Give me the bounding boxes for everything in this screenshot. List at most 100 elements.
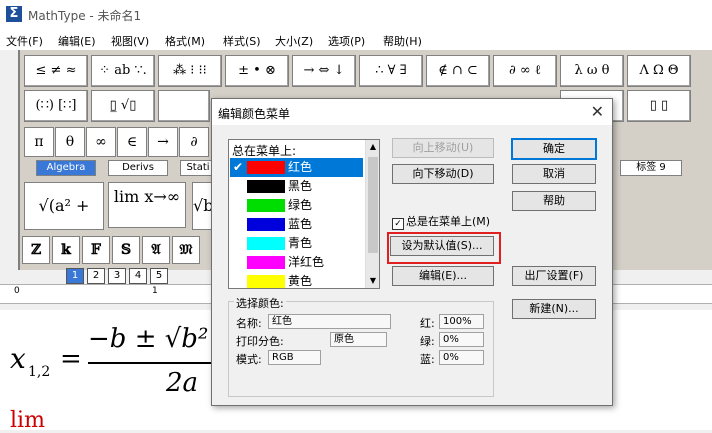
blackboard-z-button[interactable]: ℤ bbox=[22, 236, 50, 264]
title-bar: Σ MathType - 未命名1 bbox=[0, 0, 712, 30]
edit-button[interactable]: 编辑(E)... bbox=[392, 266, 494, 286]
menu-format[interactable]: 格式(M) bbox=[165, 33, 205, 49]
menu-help[interactable]: 帮助(H) bbox=[383, 33, 422, 49]
tab-derivs[interactable]: Derivs bbox=[108, 160, 168, 176]
blackboard-k-button[interactable]: 𝕜 bbox=[52, 236, 80, 264]
green-label: 绿: bbox=[420, 335, 435, 348]
color-name: 黑色 bbox=[288, 179, 313, 193]
right-arrow-symbol-button[interactable]: → bbox=[148, 127, 178, 157]
set-default-button[interactable]: 设为默认值(S)... bbox=[390, 236, 494, 256]
mode-label: 模式: bbox=[236, 353, 262, 366]
scroll-down-icon[interactable]: ▼ bbox=[366, 274, 379, 288]
fraktur-a-button[interactable]: 𝔄 bbox=[142, 236, 170, 264]
color-item-cyan[interactable]: 青色 bbox=[230, 234, 363, 253]
misc-palette-button[interactable]: ∂ ∞ ℓ bbox=[493, 55, 557, 87]
toolbar-tab-1[interactable]: 1 bbox=[66, 268, 84, 284]
ok-button[interactable]: 确定 bbox=[511, 138, 597, 160]
toolbar-tab-4[interactable]: 4 bbox=[129, 268, 147, 284]
arrows-palette-button[interactable]: → ⇔ ↓ bbox=[292, 55, 356, 87]
move-down-button[interactable]: 向下移动(D) bbox=[392, 164, 494, 184]
toolbar-tab-3[interactable]: 3 bbox=[108, 268, 126, 284]
close-icon[interactable]: ✕ bbox=[591, 102, 604, 121]
fraktur-m-button[interactable]: 𝔐 bbox=[172, 236, 200, 264]
menu-view[interactable]: 视图(V) bbox=[111, 33, 149, 49]
help-button[interactable]: 帮助 bbox=[512, 191, 596, 211]
sets-palette-button[interactable]: ∉ ∩ ⊂ bbox=[426, 55, 490, 87]
operators-palette-button[interactable]: ± • ⊗ bbox=[225, 55, 289, 87]
tab-algebra[interactable]: Algebra bbox=[36, 160, 96, 176]
limit-template[interactable]: lim x→∞ bbox=[108, 182, 186, 228]
theta-symbol-button[interactable]: θ bbox=[55, 127, 85, 157]
menu-bar: 文件(F) 编辑(E) 视图(V) 格式(M) 样式(S) 大小(Z) 选项(P… bbox=[0, 30, 712, 50]
element-of-symbol-button[interactable]: ∈ bbox=[117, 127, 147, 157]
color-name: 蓝色 bbox=[288, 217, 313, 231]
ruler-label-1: 1 bbox=[152, 286, 158, 296]
color-name: 青色 bbox=[288, 236, 313, 250]
color-item-magenta[interactable]: 洋红色 bbox=[230, 253, 363, 272]
menu-file[interactable]: 文件(F) bbox=[6, 33, 43, 49]
checkmark-icon: ✔ bbox=[233, 160, 244, 174]
fraction-bar bbox=[88, 362, 212, 364]
sqrt-template[interactable]: √b bbox=[192, 182, 213, 230]
tab-9[interactable]: 标签 9 bbox=[620, 160, 682, 176]
greek-lower-palette-button[interactable]: λ ω θ bbox=[560, 55, 624, 87]
menu-edit[interactable]: 编辑(E) bbox=[58, 33, 96, 49]
script-s-button[interactable]: 𝕊 bbox=[112, 236, 140, 264]
logic-palette-button[interactable]: ∴ ∀ ∃ bbox=[359, 55, 423, 87]
fractions-radicals-palette-button[interactable]: ▯̲ √▯ bbox=[91, 90, 155, 122]
ruler-label-0: 0 bbox=[14, 286, 20, 296]
always-on-menu-label: 总是在菜单上(M) bbox=[406, 215, 491, 228]
color-item-yellow[interactable]: 黄色 bbox=[230, 272, 363, 288]
color-item-green[interactable]: 绿色 bbox=[230, 196, 363, 215]
color-name: 黄色 bbox=[288, 274, 313, 288]
embellishments-palette-button[interactable]: ⁂ ⁝ ⁝⁝ bbox=[158, 55, 222, 87]
color-list[interactable]: 总在菜单上: ✔ 红色 黑色 绿色 蓝色 青色 洋红色 黄色 ▲ ▼ bbox=[228, 139, 380, 289]
cancel-button[interactable]: 取消 bbox=[512, 164, 596, 184]
list-header: 总在菜单上: bbox=[232, 144, 297, 158]
color-swatch bbox=[247, 180, 285, 193]
window-title: MathType - 未命名1 bbox=[28, 9, 142, 23]
formula-denominator: 2a bbox=[166, 368, 199, 398]
toolbar-tab-2[interactable]: 2 bbox=[87, 268, 105, 284]
dialog-title-bar: 编辑颜色菜单 ✕ bbox=[212, 99, 612, 125]
menu-options[interactable]: 选项(P) bbox=[328, 33, 365, 49]
green-value-field: 0% bbox=[439, 332, 484, 347]
color-swatch bbox=[247, 237, 285, 250]
toolbar-tab-5[interactable]: 5 bbox=[150, 268, 168, 284]
list-scrollbar[interactable]: ▲ ▼ bbox=[365, 140, 379, 288]
select-color-label: 选择颜色: bbox=[234, 295, 286, 311]
red-value-field: 100% bbox=[439, 314, 484, 329]
always-on-menu-checkbox[interactable]: ✓ 总是在菜单上(M) bbox=[392, 213, 490, 230]
fences-palette-button[interactable]: (∷) [∷] bbox=[24, 90, 88, 122]
dialog-title: 编辑颜色菜单 bbox=[218, 107, 291, 121]
red-label: 红: bbox=[420, 317, 435, 330]
color-item-black[interactable]: 黑色 bbox=[230, 177, 363, 196]
partial-symbol-button[interactable]: ∂ bbox=[179, 127, 209, 157]
color-item-blue[interactable]: 蓝色 bbox=[230, 215, 363, 234]
new-button[interactable]: 新建(N)... bbox=[512, 299, 596, 319]
greek-upper-palette-button[interactable]: Λ Ω Θ bbox=[627, 55, 691, 87]
pi-symbol-button[interactable]: π bbox=[24, 127, 54, 157]
relations-palette-button[interactable]: ≤ ≠ ≈ bbox=[24, 55, 88, 87]
move-up-button[interactable]: 向上移动(U) bbox=[392, 138, 494, 158]
sqrt-sum-template[interactable]: √(a² + b²) bbox=[24, 182, 104, 261]
blue-label: 蓝: bbox=[420, 353, 435, 366]
mode-field: RGB bbox=[268, 350, 321, 365]
print-separation-label: 打印分色: bbox=[236, 335, 284, 348]
subscript-palette-button[interactable] bbox=[158, 90, 210, 122]
formula-equals: = bbox=[60, 344, 82, 374]
infinity-symbol-button[interactable]: ∞ bbox=[86, 127, 116, 157]
factory-settings-button[interactable]: 出厂设置(F) bbox=[512, 266, 596, 286]
color-name: 绿色 bbox=[288, 198, 313, 212]
menu-style[interactable]: 样式(S) bbox=[223, 33, 261, 49]
edit-color-menu-dialog: 编辑颜色菜单 ✕ 总在菜单上: ✔ 红色 黑色 绿色 蓝色 青色 洋红色 黄色 … bbox=[211, 98, 613, 406]
fraktur-f-button[interactable]: 𝔽 bbox=[82, 236, 110, 264]
scroll-up-icon[interactable]: ▲ bbox=[366, 140, 379, 154]
color-name: 洋红色 bbox=[288, 255, 325, 269]
menu-size[interactable]: 大小(Z) bbox=[275, 33, 313, 49]
scroll-thumb[interactable] bbox=[368, 157, 378, 253]
boxes-palette-button[interactable]: ▯ ▯ bbox=[627, 90, 691, 122]
color-item-red[interactable]: ✔ 红色 bbox=[230, 158, 363, 177]
name-field: 红色 bbox=[268, 314, 391, 329]
spaces-palette-button[interactable]: ⁘ ab ∵. bbox=[91, 55, 155, 87]
